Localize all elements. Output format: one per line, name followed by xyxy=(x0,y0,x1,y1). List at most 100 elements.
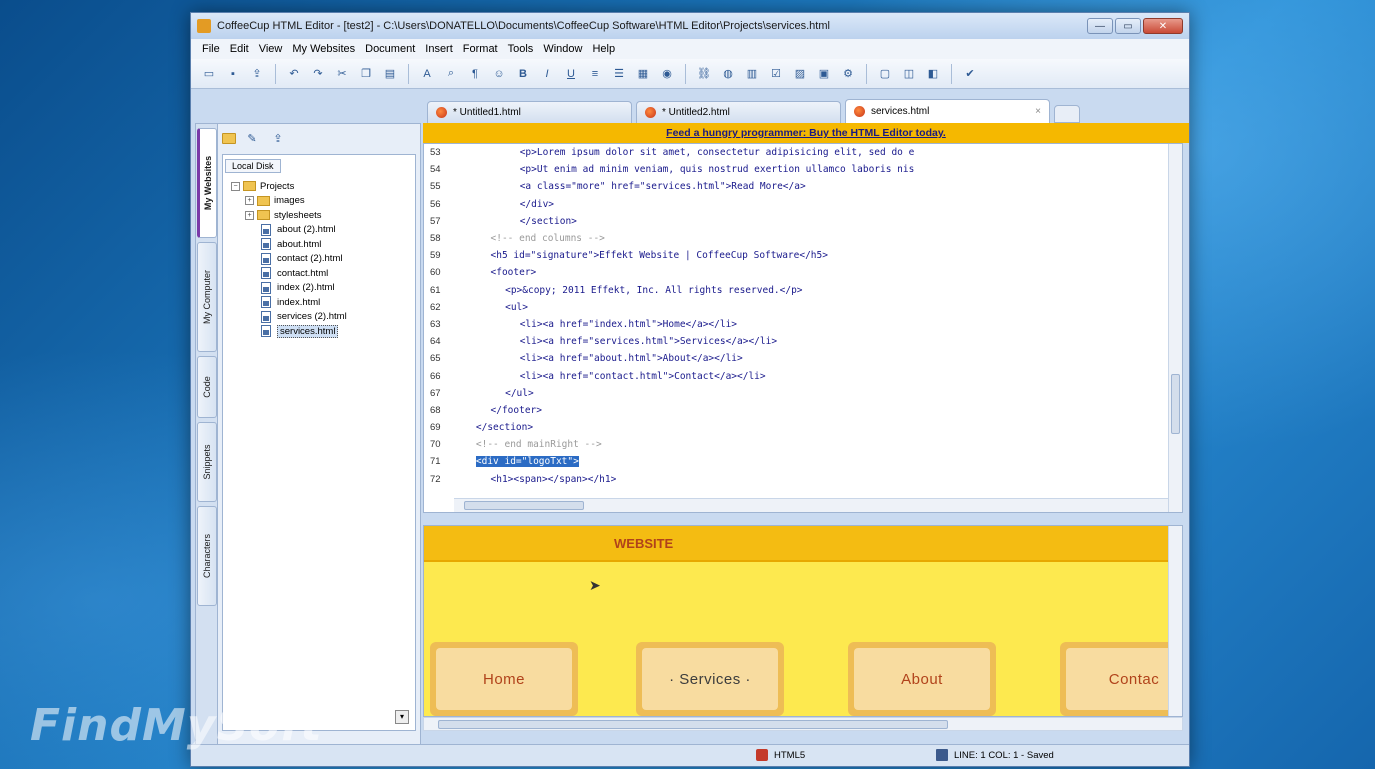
preview-vertical-scrollbar[interactable] xyxy=(1168,526,1182,716)
menu-edit[interactable]: Edit xyxy=(225,43,254,55)
menu-file[interactable]: File xyxy=(197,43,225,55)
menu-tools[interactable]: Tools xyxy=(503,43,539,55)
list-icon[interactable]: ☰ xyxy=(609,64,629,84)
scroll-down-icon[interactable]: ▾ xyxy=(395,710,409,724)
tree-file[interactable]: index (2).html xyxy=(231,281,411,296)
code-line[interactable]: 67 </ul> xyxy=(424,385,1182,402)
code-line[interactable]: 54 <p>Ut enim ad minim veniam, quis nostr… xyxy=(424,161,1182,178)
code-line[interactable]: 53 <p>Lorem ipsum dolor sit amet, consect… xyxy=(424,144,1182,161)
bold-icon[interactable]: B xyxy=(513,64,533,84)
split-view-icon[interactable]: ◫ xyxy=(899,64,919,84)
align-icon[interactable]: ≡ xyxy=(585,64,605,84)
preview-nav-about[interactable]: About xyxy=(848,642,996,716)
code-line[interactable]: 61 <p>&copy; 2011 Effekt, Inc. All rights… xyxy=(424,282,1182,299)
menu-help[interactable]: Help xyxy=(587,43,620,55)
code-line[interactable]: 66 <li><a href="contact.html">Contact</a>… xyxy=(424,367,1182,384)
preview-nav-contact[interactable]: Contac xyxy=(1060,642,1182,716)
code-line[interactable]: 59 <h5 id="signature">Effekt Website | Co… xyxy=(424,247,1182,264)
code-line[interactable]: 56 </div> xyxy=(424,196,1182,213)
paste-icon[interactable]: ▤ xyxy=(380,64,400,84)
code-line[interactable]: 72 <h1><span></span></h1> xyxy=(424,471,1182,488)
local-disk-tab[interactable]: Local Disk xyxy=(225,159,281,173)
menu-view[interactable]: View xyxy=(254,43,288,55)
scrollbar-thumb[interactable] xyxy=(464,501,584,510)
menu-window[interactable]: Window xyxy=(538,43,587,55)
scrollbar-thumb[interactable] xyxy=(1171,374,1180,434)
code-line[interactable]: 58 <!-- end columns --> xyxy=(424,230,1182,247)
status-doctype[interactable]: HTML5 xyxy=(756,749,805,761)
font-icon[interactable]: A xyxy=(417,64,437,84)
preview-nav-home[interactable]: Home xyxy=(430,642,578,716)
editor-horizontal-scrollbar[interactable] xyxy=(454,498,1168,512)
tab-close-icon[interactable]: × xyxy=(1035,106,1041,117)
validate-icon[interactable]: ✔ xyxy=(960,64,980,84)
copy-icon[interactable]: ❐ xyxy=(356,64,376,84)
collapse-icon[interactable]: − xyxy=(231,181,240,191)
paragraph-icon[interactable]: ¶ xyxy=(465,64,485,84)
minimize-button[interactable]: — xyxy=(1087,18,1113,34)
browser-icon[interactable]: ◧ xyxy=(923,64,943,84)
globe-icon[interactable]: ◍ xyxy=(718,64,738,84)
checkbox-icon[interactable]: ☑ xyxy=(766,64,786,84)
tree-folder-stylesheets[interactable]: + stylesheets xyxy=(231,208,411,223)
code-line[interactable]: 68 </footer> xyxy=(424,402,1182,419)
preview-horizontal-scrollbar[interactable] xyxy=(423,717,1183,731)
tree-file[interactable]: services (2).html xyxy=(231,310,411,325)
preview-icon[interactable]: ▢ xyxy=(875,64,895,84)
title-bar[interactable]: CoffeeCup HTML Editor - [test2] - C:\Use… xyxy=(191,13,1189,39)
save-icon[interactable]: ▪ xyxy=(223,64,243,84)
tree-file[interactable]: index.html xyxy=(231,295,411,310)
maximize-button[interactable]: ▭ xyxy=(1115,18,1141,34)
form-icon[interactable]: ▥ xyxy=(742,64,762,84)
upload-icon[interactable]: ⇪ xyxy=(247,64,267,84)
tab-services[interactable]: services.html × xyxy=(845,99,1050,123)
search-icon[interactable]: ⌕ xyxy=(441,64,461,84)
tree-file[interactable]: contact (2).html xyxy=(231,252,411,267)
code-line[interactable]: 69 </section> xyxy=(424,419,1182,436)
close-button[interactable]: ✕ xyxy=(1143,18,1183,34)
code-line[interactable]: 64 <li><a href="services.html">Services</… xyxy=(424,333,1182,350)
new-file-icon[interactable]: ▭ xyxy=(199,64,219,84)
code-line[interactable]: 57 </section> xyxy=(424,213,1182,230)
italic-icon[interactable]: I xyxy=(537,64,557,84)
code-line[interactable]: 71 <div id="logoTxt"> xyxy=(424,453,1182,470)
menu-insert[interactable]: Insert xyxy=(420,43,458,55)
side-tab-snippets[interactable]: Snippets xyxy=(197,422,217,502)
link-icon[interactable]: ⛓ xyxy=(694,64,714,84)
expand-icon[interactable]: + xyxy=(245,196,254,206)
menu-format[interactable]: Format xyxy=(458,43,503,55)
color-icon[interactable]: ◉ xyxy=(657,64,677,84)
upload-icon[interactable]: ⇪ xyxy=(268,128,288,148)
tree-file[interactable]: contact.html xyxy=(231,266,411,281)
side-tab-my-websites[interactable]: My Websites xyxy=(197,128,217,238)
tree-folder-images[interactable]: + images xyxy=(231,194,411,209)
scrollbar-thumb[interactable] xyxy=(438,720,948,729)
live-preview[interactable]: WEBSITE ➤ Home · Services · About Contac xyxy=(423,525,1183,717)
settings-icon[interactable]: ⚙ xyxy=(838,64,858,84)
tree-file-selected[interactable]: services.html xyxy=(231,324,411,339)
code-line[interactable]: 62 <ul> xyxy=(424,299,1182,316)
code-line[interactable]: 63 <li><a href="index.html">Home</a></li> xyxy=(424,316,1182,333)
table-icon[interactable]: ▦ xyxy=(633,64,653,84)
user-icon[interactable]: ☺ xyxy=(489,64,509,84)
tree-file[interactable]: about.html xyxy=(231,237,411,252)
tab-untitled2[interactable]: * Untitled2.html xyxy=(636,101,841,123)
preview-nav-services[interactable]: · Services · xyxy=(636,642,784,716)
tree-folder-projects[interactable]: − Projects xyxy=(231,179,411,194)
expand-icon[interactable]: + xyxy=(245,210,254,220)
code-line[interactable]: 70 <!-- end mainRight --> xyxy=(424,436,1182,453)
code-line[interactable]: 55 <a class="more" href="services.html">R… xyxy=(424,178,1182,195)
image-icon[interactable]: ▨ xyxy=(790,64,810,84)
menu-document[interactable]: Document xyxy=(360,43,420,55)
tab-untitled1[interactable]: * Untitled1.html xyxy=(427,101,632,123)
code-line[interactable]: 60 <footer> xyxy=(424,264,1182,281)
side-tab-code[interactable]: Code xyxy=(197,356,217,418)
code-editor[interactable]: 53 <p>Lorem ipsum dolor sit amet, consect… xyxy=(423,143,1183,513)
wand-icon[interactable]: ✎ xyxy=(242,128,262,148)
media-icon[interactable]: ▣ xyxy=(814,64,834,84)
folder-open-icon[interactable] xyxy=(222,132,236,144)
side-tab-my-computer[interactable]: My Computer xyxy=(197,242,217,352)
new-tab-button[interactable] xyxy=(1054,105,1080,123)
code-line[interactable]: 65 <li><a href="about.html">About</a></li… xyxy=(424,350,1182,367)
side-tab-characters[interactable]: Characters xyxy=(197,506,217,606)
